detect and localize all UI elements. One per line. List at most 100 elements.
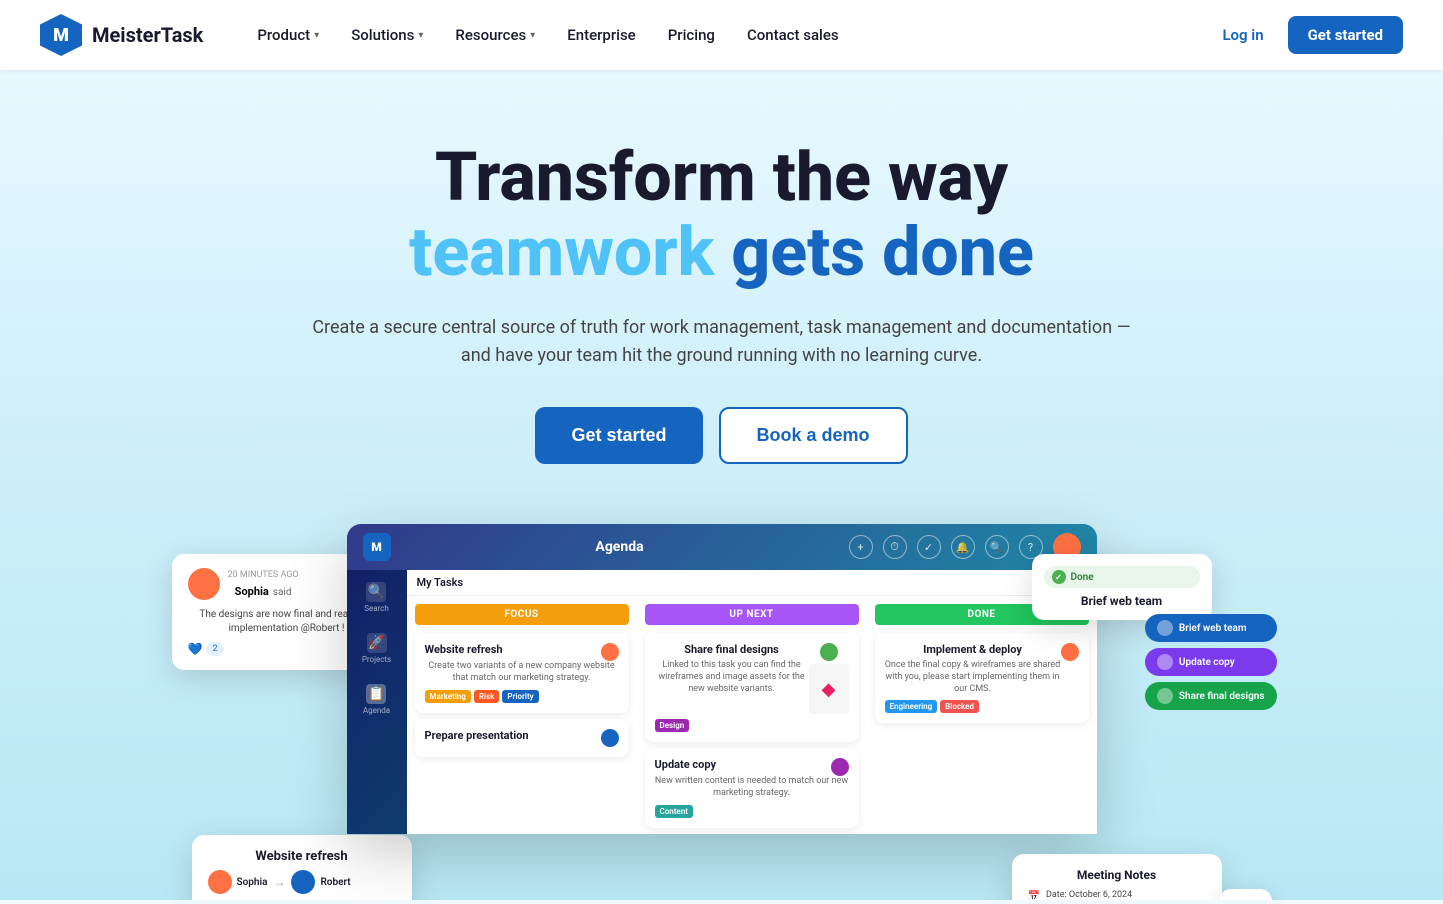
chevron-down-icon: ▾ [530,30,535,41]
task-avatar [601,643,619,661]
task-card-implement[interactable]: Implement & deploy Once the final copy &… [875,633,1089,723]
done-check-icon: ✓ [1052,570,1066,584]
kanban-columns: FOCUS Website refresh Create two variant… [407,596,1097,828]
done-column: DONE Implement & deploy Once the final c… [867,596,1097,828]
task-card-share-designs[interactable]: Share final designs Linked to this task … [645,633,859,742]
pill-avatar [1157,654,1173,670]
person-robert: Robert [291,870,350,894]
person-sophia: Sophia [208,870,268,894]
nav-product[interactable]: Product ▾ [243,18,333,52]
task-avatar [601,729,619,747]
task-desc: Create two variants of a new company web… [425,661,619,684]
task-title: Share final designs [655,643,809,656]
get-started-hero-button[interactable]: Get started [535,407,702,464]
chevron-down-icon: ▾ [314,30,319,41]
app-window-title: Agenda [407,539,833,555]
task-tags: Marketing Risk Priority [425,690,619,703]
my-tasks-bar: My Tasks ▾ [407,570,1097,596]
sophia-avatar [188,568,220,600]
task-title: Implement & deploy [885,643,1061,656]
brief-web-team-title: Brief web team [1044,594,1200,608]
task-card-website-refresh[interactable]: Website refresh Create two variants of a… [415,633,629,712]
task-title: Website refresh [425,643,503,656]
task-avatar [831,758,849,776]
pill-update-copy[interactable]: Update copy [1145,648,1277,676]
task-desc: Linked to this task you can find the wir… [655,660,809,695]
done-badge: ✓ Done [1044,566,1200,588]
task-desc: Once the final copy & wireframes are sha… [885,660,1061,695]
nav-pricing[interactable]: Pricing [654,18,729,52]
focus-column: FOCUS Website refresh Create two variant… [407,596,637,828]
task-avatar [1061,643,1079,661]
sidebar-projects[interactable]: 🚀 Projects [362,633,391,664]
navbar: M MeisterTask Product ▾ Solutions ▾ Reso… [0,0,1443,70]
login-button[interactable]: Log in [1210,18,1275,52]
hero-cta-group: Get started Book a demo [40,407,1403,464]
app-body: 🔍 Search 🚀 Projects 📋 Agenda My Tasks [347,570,1097,834]
tag-design: Design [655,719,690,732]
done-brief-card: ✓ Done Brief web team [1032,554,1212,620]
logo[interactable]: M MeisterTask [40,14,203,56]
meeting-notes-title: Meeting Notes [1028,868,1206,882]
task-tags: Content [655,805,849,818]
check-icon[interactable]: ✓ [917,535,941,559]
brand-name: MeisterTask [92,23,203,47]
clock-icon[interactable]: ⏱ [883,535,907,559]
tag-blocked: Blocked [940,700,979,713]
sophia-small-avatar [208,870,232,894]
app-screenshot-area: 20 MINUTES AGO Sophia said The designs a… [172,524,1272,864]
calendar-icon: 📅 [1028,891,1040,900]
nav-actions: Log in Get started [1210,16,1403,54]
search-icon[interactable]: 🔍 [985,535,1009,559]
sidebar-search[interactable]: 🔍 Search [364,582,389,613]
app-window: M Agenda + ⏱ ✓ 🔔 🔍 ? 🔍 Search [347,524,1097,834]
app-sidebar: 🔍 Search 🚀 Projects 📋 Agenda [347,570,407,834]
chat-timestamp: 20 MINUTES AGO [228,570,299,580]
tag-marketing: Marketing [425,690,471,703]
book-demo-button[interactable]: Book a demo [719,407,908,464]
app-main-content: My Tasks ▾ FOCUS Website refresh [407,570,1097,834]
tag-priority: Priority [502,690,538,703]
hero-subtext: Create a secure central source of truth … [312,314,1132,372]
pill-brief-web-team[interactable]: Brief web team [1145,614,1277,642]
task-assignees: Sophia → Robert [208,870,396,894]
tag-content: Content [655,805,693,818]
sidebar-agenda[interactable]: 📋 Agenda [363,684,390,715]
nav-contact-sales[interactable]: Contact sales [733,18,853,52]
get-started-nav-button[interactable]: Get started [1288,16,1403,54]
task-detail-title: Website refresh [208,849,396,864]
pill-share-designs[interactable]: Share final designs [1145,682,1277,710]
upnext-label: UP NEXT [645,604,859,625]
add-icon[interactable]: + [849,535,873,559]
bell-icon[interactable]: 🔔 [951,535,975,559]
ai-badge: AI + [1219,889,1271,900]
pill-avatar [1157,620,1173,636]
pill-avatar [1157,688,1173,704]
task-avatar [820,643,838,661]
hero-section: Transform the way teamwork gets done Cre… [0,70,1443,900]
reaction-count: 2 [206,642,223,656]
focus-label: FOCUS [415,604,629,625]
meeting-notes-card: Meeting Notes 📅 Date: October 6, 2024 👥 … [1012,854,1222,900]
action-pills: Brief web team Update copy Share final d… [1145,614,1277,710]
task-title: Update copy [655,758,717,771]
logo-icon: M [40,14,82,56]
task-tags: Engineering Blocked [885,700,1079,713]
chat-sender-name: Sophia [235,585,269,598]
nav-enterprise[interactable]: Enterprise [553,18,649,52]
task-tags: Design [655,719,849,732]
chat-said: said [273,587,292,598]
task-card-presentation[interactable]: Prepare presentation [415,719,629,757]
upnext-column: UP NEXT Share final designs Linked to th… [637,596,867,828]
chevron-down-icon: ▾ [418,30,423,41]
task-card-update-copy[interactable]: Update copy New written content is neede… [645,748,859,827]
nav-resources[interactable]: Resources ▾ [441,18,549,52]
ai-label: AI [1233,897,1249,900]
app-topbar: M Agenda + ⏱ ✓ 🔔 🔍 ? [347,524,1097,570]
app-logo-small: M [363,533,391,561]
design-attachment-icon: ◆ [809,664,849,714]
tag-risk: Risk [474,690,500,703]
nav-solutions[interactable]: Solutions ▾ [337,18,437,52]
task-detail-card: Website refresh Sophia → Robert Subtasks [192,835,412,900]
arrow-icon: → [273,875,285,889]
